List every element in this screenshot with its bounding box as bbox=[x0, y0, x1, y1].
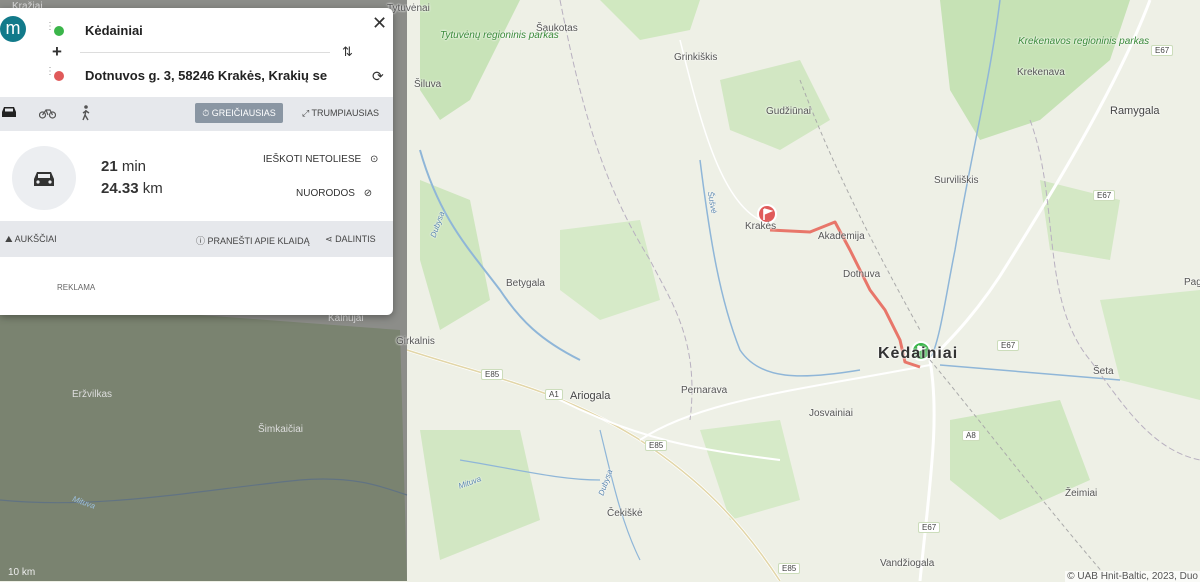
route-distance: 24.33 km bbox=[101, 180, 163, 197]
start-pin-icon bbox=[54, 26, 64, 36]
car-icon bbox=[34, 172, 54, 186]
refresh-icon[interactable]: ⟳ bbox=[372, 68, 384, 85]
destination-input[interactable]: Dotnuvos g. 3, 58246 Krakės, Krakių seni… bbox=[85, 68, 327, 83]
report-error-label: PRANEŠTI APIE KLAIDĄ bbox=[207, 236, 310, 246]
place-label: Pag bbox=[1184, 277, 1200, 288]
place-label: Ariogala bbox=[570, 390, 611, 402]
compass-icon: ⊘ bbox=[363, 188, 373, 199]
place-label: Šiluva bbox=[414, 79, 442, 90]
park-label: Krekenavos regioninis parkas bbox=[1018, 36, 1150, 47]
info-icon: ⓘ bbox=[196, 236, 206, 246]
map-scale: 10 km bbox=[8, 567, 36, 578]
duration-value: 21 bbox=[101, 158, 118, 175]
place-label: Vandžiogala bbox=[880, 558, 935, 569]
road-badge: E67 bbox=[1151, 45, 1174, 56]
route-actions-bar: ⛰ AUKŠČIAI ⓘ PRANEŠTI APIE KLAIDĄ ⋖ DALI… bbox=[0, 221, 393, 257]
travel-mode-bar: ⏱ GREIČIAUSIAS ⤢ TRUMPIAUSIAS bbox=[0, 97, 393, 131]
search-icon: ⊙ bbox=[369, 154, 379, 165]
place-label: Krakės bbox=[745, 221, 777, 232]
drag-handle-icon[interactable]: ⋮ bbox=[45, 22, 55, 32]
app-logo[interactable]: m bbox=[0, 16, 26, 42]
directions-label: NUORODOS bbox=[296, 188, 355, 199]
ad-label: REKLAMA bbox=[57, 283, 96, 292]
route-duration: 21 min bbox=[101, 158, 146, 175]
route-mode-badge bbox=[12, 146, 76, 210]
directions-button[interactable]: NUORODOS ⊘ bbox=[296, 188, 372, 199]
waypoint-divider bbox=[80, 52, 330, 53]
share-icon: ⋖ bbox=[325, 234, 333, 244]
road-badge: E67 bbox=[997, 340, 1020, 351]
end-pin-icon bbox=[54, 71, 64, 81]
place-label: Žeimiai bbox=[1065, 488, 1098, 499]
swap-icon[interactable]: ⇅ bbox=[342, 44, 353, 60]
place-label: Šeta bbox=[1093, 366, 1114, 377]
road-badge: A8 bbox=[962, 430, 980, 441]
add-waypoint-icon[interactable]: + bbox=[52, 42, 62, 62]
road-badge: E67 bbox=[1093, 190, 1116, 201]
car-icon[interactable] bbox=[0, 105, 18, 119]
search-nearby-button[interactable]: IEŠKOTI NETOLIESE ⊙ bbox=[263, 154, 378, 165]
share-button[interactable]: ⋖ DALINTIS bbox=[325, 234, 376, 245]
elevations-button[interactable]: ⛰ AUKŠČIAI bbox=[5, 234, 57, 245]
city-label: Kėdainiai bbox=[878, 345, 959, 362]
road-badge: E85 bbox=[645, 440, 668, 451]
distance-value: 24.33 bbox=[101, 180, 139, 197]
place-label: Čekiškė bbox=[607, 508, 643, 519]
place-label: Grinkiškis bbox=[674, 52, 718, 63]
place-label: Surviliškis bbox=[934, 175, 979, 186]
road-badge: A1 bbox=[545, 389, 563, 400]
road-badge: E67 bbox=[918, 522, 941, 533]
place-label: Girkalnis bbox=[396, 336, 435, 347]
bicycle-icon[interactable] bbox=[39, 107, 56, 119]
elevations-label: AUKŠČIAI bbox=[14, 234, 57, 244]
fastest-route-button[interactable]: ⏱ GREIČIAUSIAS bbox=[195, 103, 283, 123]
duration-unit: min bbox=[121, 158, 147, 175]
search-nearby-label: IEŠKOTI NETOLIESE bbox=[263, 154, 362, 165]
place-label: Krekenava bbox=[1017, 67, 1065, 78]
place-label: Josvainiai bbox=[809, 408, 853, 419]
place-label: Ramygala bbox=[1110, 105, 1160, 117]
road-badge: E85 bbox=[778, 563, 801, 574]
mountain-icon: ⛰ bbox=[5, 234, 13, 244]
park-label: Tytuvėnų regioninis parkas bbox=[440, 30, 559, 41]
place-label: Akademija bbox=[818, 231, 865, 242]
shortest-route-label: TRUMPIAUSIAS bbox=[311, 108, 380, 118]
place-label: Tytuvėnai bbox=[387, 3, 430, 14]
place-label: Eržvilkas bbox=[72, 389, 113, 400]
walking-icon[interactable] bbox=[80, 105, 92, 121]
drag-handle-icon[interactable]: ⋮ bbox=[45, 67, 55, 77]
fastest-route-label: GREIČIAUSIAS bbox=[211, 108, 276, 118]
close-icon[interactable]: ✕ bbox=[372, 13, 387, 34]
place-label: Pernarava bbox=[681, 385, 728, 396]
shortest-route-button[interactable]: ⤢ TRUMPIAUSIAS bbox=[302, 103, 379, 123]
share-label: DALINTIS bbox=[335, 234, 376, 244]
place-label: Dotnuva bbox=[843, 269, 881, 280]
place-label: Gudžiūnai bbox=[766, 106, 812, 117]
distance-unit: km bbox=[142, 180, 163, 197]
place-label: Šimkaičiai bbox=[258, 424, 304, 435]
place-label: Betygala bbox=[506, 278, 545, 289]
report-error-button[interactable]: ⓘ PRANEŠTI APIE KLAIDĄ bbox=[196, 234, 310, 247]
map-copyright: © UAB Hnit-Baltic, 2023, Duo bbox=[1065, 571, 1200, 582]
route-panel: m ✕ ⋮ Kėdainiai + ⇅ ⋮ Dotnuvos g. 3, 582… bbox=[0, 8, 393, 315]
road-badge: E85 bbox=[481, 369, 504, 380]
origin-input[interactable]: Kėdainiai bbox=[85, 23, 325, 38]
